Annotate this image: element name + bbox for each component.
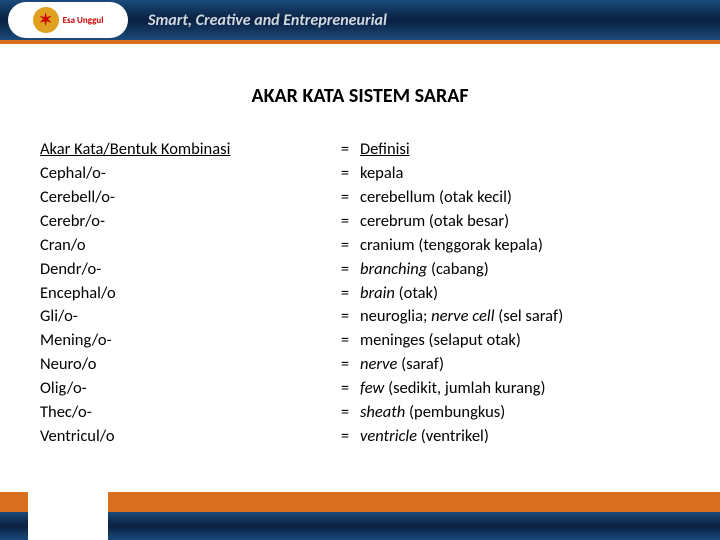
eq-cell: = [330,305,360,329]
col-header-eq: = [330,138,360,162]
eq-cell: = [330,377,360,401]
slide-footer [0,492,720,540]
def-cell: nerve (saraf) [360,353,680,377]
col-header-def: Definisi [360,138,680,162]
eq-cell: = [330,210,360,234]
accent-bar-top [0,40,720,44]
footer-navy-bar [0,512,720,540]
def-cell: cranium (tenggorak kepala) [360,234,680,258]
root-cell: Encephal/o [40,282,330,306]
def-cell: meninges (selaput otak) [360,329,680,353]
root-cell: Cephal/o- [40,162,330,186]
footer-white-box [28,492,108,540]
root-cell: Neuro/o [40,353,330,377]
def-cell: neuroglia; nerve cell (sel saraf) [360,305,680,329]
eq-cell: = [330,234,360,258]
root-cell: Dendr/o- [40,258,330,282]
root-cell: Ventricul/o [40,425,330,449]
def-cell: sheath (pembungkus) [360,401,680,425]
footer-accent-bar [0,492,720,512]
eq-cell: = [330,401,360,425]
root-cell: Thec/o- [40,401,330,425]
def-cell: kepala [360,162,680,186]
eq-cell: = [330,353,360,377]
brand-logo: ✶ Esa Unggul [8,2,128,38]
brand-text: Esa Unggul [63,15,104,26]
def-cell: cerebrum (otak besar) [360,210,680,234]
eq-cell: = [330,186,360,210]
slide-header: ✶ Esa Unggul Smart, Creative and Entrepr… [0,0,720,40]
eq-cell: = [330,282,360,306]
col-header-root: Akar Kata/Bentuk Kombinasi [40,138,330,162]
root-cell: Mening/o- [40,329,330,353]
content-area: Akar Kata/Bentuk Kombinasi = Definisi Ce… [0,138,720,449]
root-cell: Olig/o- [40,377,330,401]
def-cell: cerebellum (otak kecil) [360,186,680,210]
tagline: Smart, Creative and Entrepreneurial [148,11,387,30]
slide-title: AKAR KATA SISTEM SARAF [0,84,720,108]
root-cell: Cerebr/o- [40,210,330,234]
root-table: Akar Kata/Bentuk Kombinasi = Definisi Ce… [40,138,680,449]
eq-cell: = [330,329,360,353]
root-cell: Cerebell/o- [40,186,330,210]
root-cell: Cran/o [40,234,330,258]
root-cell: Gli/o- [40,305,330,329]
def-cell: brain (otak) [360,282,680,306]
eq-cell: = [330,425,360,449]
def-cell: branching (cabang) [360,258,680,282]
eq-cell: = [330,162,360,186]
logo-icon: ✶ [33,7,59,33]
def-cell: ventricle (ventrikel) [360,425,680,449]
def-cell: few (sedikit, jumlah kurang) [360,377,680,401]
eq-cell: = [330,258,360,282]
